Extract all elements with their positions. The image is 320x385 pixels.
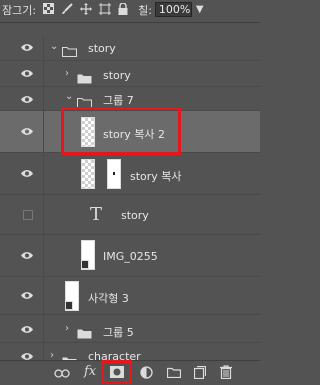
layer-thumbnail [81,159,95,189]
divider [0,22,260,23]
highlight-box-mask-button [101,360,132,384]
eye-icon[interactable] [20,251,34,260]
folder-icon [62,352,77,360]
layer-name: 그룹 7 [103,94,134,107]
lock-brush-icon[interactable] [61,2,73,17]
highlight-box-selected-layer [61,107,181,155]
lock-toolbar: 잠그기: 칠: 100% ▼ [0,0,260,19]
layer-row-story-copy[interactable]: story 복사 [0,153,260,195]
layer-row-group5[interactable]: › 그룹 5 [0,315,260,343]
layer-name: story [88,42,116,55]
lock-transparent-icon[interactable] [43,3,55,16]
smart-object-icon [81,260,89,269]
folder-icon [62,42,77,57]
new-group-icon[interactable] [166,367,182,382]
chevron-right-icon[interactable]: › [50,350,54,360]
chevron-down-icon[interactable]: ▼ [196,4,204,15]
visibility-toggle[interactable] [23,210,33,220]
layer-name: IMG_0255 [103,250,158,263]
lock-label: 잠그기: [2,3,37,17]
mask-mark [113,172,115,175]
layer-name: story [103,69,131,82]
layer-name: story [121,209,149,222]
lock-all-icon[interactable] [118,1,128,17]
layer-name: character [88,350,141,360]
layer-row-story-text[interactable]: T story [0,195,260,235]
layer-name: 그룹 5 [103,326,134,339]
folder-icon [77,69,92,84]
fill-label: 칠: [138,3,152,17]
eye-icon[interactable] [20,291,34,300]
lock-artboard-icon[interactable] [99,2,112,17]
chevron-right-icon[interactable]: › [65,68,69,79]
layer-row-story-group[interactable]: ⌄ story [0,35,260,61]
layer-row-rect3[interactable]: 사각형 3 [0,277,260,315]
eye-icon[interactable] [20,127,34,136]
eye-icon[interactable] [20,43,34,52]
eye-icon[interactable] [20,95,34,104]
text-layer-icon: T [90,204,103,225]
eye-icon[interactable] [20,352,34,360]
fx-icon[interactable]: fx [84,364,96,379]
layer-name: 사각형 3 [88,292,129,305]
fill-input[interactable]: 100% [154,2,192,17]
new-layer-icon[interactable] [193,365,207,383]
chevron-right-icon[interactable]: › [65,323,69,334]
folder-icon [77,324,92,339]
layer-row-story-subgroup[interactable]: › story [0,61,260,87]
adjustment-icon[interactable] [140,366,153,383]
eye-icon[interactable] [20,169,34,178]
shape-icon [65,301,73,310]
chevron-down-icon[interactable]: ⌄ [50,41,58,52]
layer-row-character[interactable]: › character [0,343,260,360]
lock-move-icon[interactable] [80,2,93,17]
folder-icon [77,93,92,108]
trash-icon[interactable] [220,365,232,383]
layer-name: story 복사 [130,170,182,183]
eye-icon[interactable] [20,325,34,334]
link-icon[interactable] [54,367,70,382]
eye-icon[interactable] [20,69,34,78]
chevron-down-icon[interactable]: ⌄ [65,91,73,102]
layer-row-img0255[interactable]: IMG_0255 [0,235,260,277]
